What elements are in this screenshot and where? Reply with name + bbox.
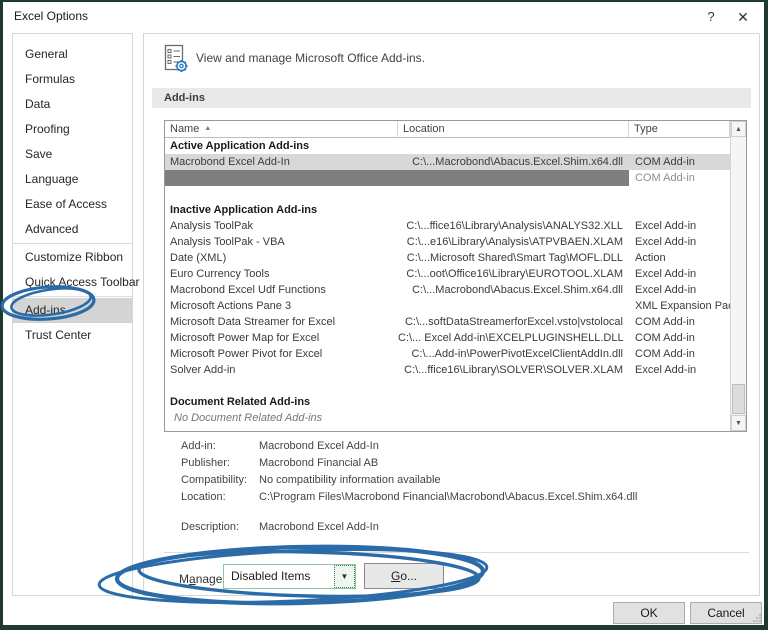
help-icon[interactable]: ?	[698, 7, 724, 27]
scroll-up-icon[interactable]: ▲	[731, 121, 746, 137]
table-header: Name ▲ Location Type	[165, 121, 730, 138]
addin-list-body: Active Application Add-ins Macrobond Exce…	[165, 138, 730, 431]
sidebar-item-save[interactable]: Save	[13, 142, 132, 167]
table-row[interactable]: Euro Currency Tools C:\...oot\Office16\Li…	[165, 266, 730, 282]
view-manage-addins-icon	[164, 44, 188, 72]
table-row[interactable]: Date (XML) C:\...Microsoft Shared\Smart T…	[165, 250, 730, 266]
sidebar-separator	[13, 243, 132, 244]
resize-grip[interactable]	[752, 613, 762, 623]
group-header-row: Document Related Add-ins	[170, 396, 311, 408]
table-row[interactable]: Microsoft Power Pivot for Excel C:\...Add…	[165, 346, 730, 362]
ok-button[interactable]: OK	[613, 602, 685, 624]
group-header-row: Inactive Application Add-ins	[170, 204, 318, 216]
sidebar-separator	[13, 296, 132, 297]
table-row[interactable]: Microsoft Actions Pane 3 XML Expansion Pa…	[165, 298, 730, 314]
sidebar-item-ease-of-access[interactable]: Ease of Access	[13, 192, 132, 217]
table-row[interactable]: Solver Add-in C:\...ffice16\Library\SOLVE…	[165, 362, 730, 378]
sidebar-item-customize-ribbon[interactable]: Customize Ribbon	[13, 245, 132, 270]
sidebar-item-quick-access-toolbar[interactable]: Quick Access Toolbar	[13, 270, 140, 295]
sort-ascending-icon: ▲	[204, 125, 212, 132]
table-row[interactable]: Macrobond Excel Add-In C:\...Macrobond\Ab…	[165, 154, 730, 170]
manage-separator	[164, 552, 749, 553]
table-row[interactable]: Analysis ToolPak C:\...ffice16\Library\An…	[165, 218, 730, 234]
sidebar-item-proofing[interactable]: Proofing	[13, 117, 132, 142]
sidebar: General Formulas Data Proofing Save Lang…	[12, 33, 140, 596]
detail-row-publisher: Publisher: Macrobond Financial AB	[181, 457, 379, 469]
main-panel: View and manage Microsoft Office Add-ins…	[143, 33, 760, 596]
group-header-row: Active Application Add-ins	[170, 140, 310, 152]
sidebar-item-trust-center[interactable]: Trust Center	[13, 323, 132, 348]
addin-details: Add-in: Macrobond Excel Add-In Publisher:…	[181, 438, 745, 536]
dialog-title: Excel Options	[14, 9, 89, 23]
addins-table: Name ▲ Location Type Active Application A…	[164, 120, 747, 432]
scroll-thumb[interactable]	[732, 384, 745, 414]
title-bar: Excel Options ? ✕	[3, 2, 764, 33]
detail-row-location: Location: C:\Program Files\Macrobond Fina…	[181, 491, 638, 503]
column-header-location[interactable]: Location	[398, 121, 629, 138]
detail-row-compatibility: Compatibility: No compatibility informati…	[181, 474, 441, 486]
sidebar-item-advanced[interactable]: Advanced	[13, 217, 132, 242]
table-row[interactable]: Analysis ToolPak - VBA C:\...e16\Library\…	[165, 234, 730, 250]
vertical-scrollbar[interactable]: ▲ ▼	[730, 121, 746, 431]
table-row[interactable]: Microsoft Data Streamer for Excel C:\...s…	[165, 314, 730, 330]
table-row[interactable]: Macrobond Excel Udf Functions C:\...Macro…	[165, 282, 730, 298]
excel-window-frame: Excel Options ? ✕ General Formulas Data …	[0, 0, 768, 630]
table-row[interactable]: Microsoft Power Map for Excel C:\... Exce…	[165, 330, 730, 346]
dropdown-arrow-icon[interactable]: ▼	[334, 565, 355, 588]
sidebar-item-general[interactable]: General	[13, 42, 132, 67]
excel-options-dialog: Excel Options ? ✕ General Formulas Data …	[3, 2, 764, 625]
section-header-add-ins: Add-ins	[152, 88, 751, 108]
sidebar-item-formulas[interactable]: Formulas	[13, 67, 132, 92]
table-row[interactable]: COM Add-in	[165, 170, 730, 186]
column-header-name[interactable]: Name ▲	[165, 121, 398, 138]
sidebar-item-data[interactable]: Data	[13, 92, 132, 117]
table-row: No Document Related Add-ins	[174, 412, 323, 424]
manage-label: Manage:	[179, 572, 226, 586]
detail-row-addin: Add-in: Macrobond Excel Add-In	[181, 440, 379, 452]
page-description: View and manage Microsoft Office Add-ins…	[196, 51, 426, 65]
table-row	[165, 186, 730, 202]
manage-dropdown-value: Disabled Items	[231, 569, 311, 583]
sidebar-item-language[interactable]: Language	[13, 167, 132, 192]
go-button[interactable]: Go...	[364, 563, 444, 589]
table-row	[165, 378, 730, 394]
close-icon[interactable]: ✕	[730, 7, 756, 27]
sidebar-item-add-ins[interactable]: Add-ins	[13, 298, 132, 323]
scroll-down-icon[interactable]: ▼	[731, 415, 746, 431]
column-header-type[interactable]: Type	[629, 121, 730, 138]
detail-row-description: Description: Macrobond Excel Add-In	[181, 521, 379, 533]
manage-dropdown[interactable]: Disabled Items ▼	[223, 564, 356, 589]
